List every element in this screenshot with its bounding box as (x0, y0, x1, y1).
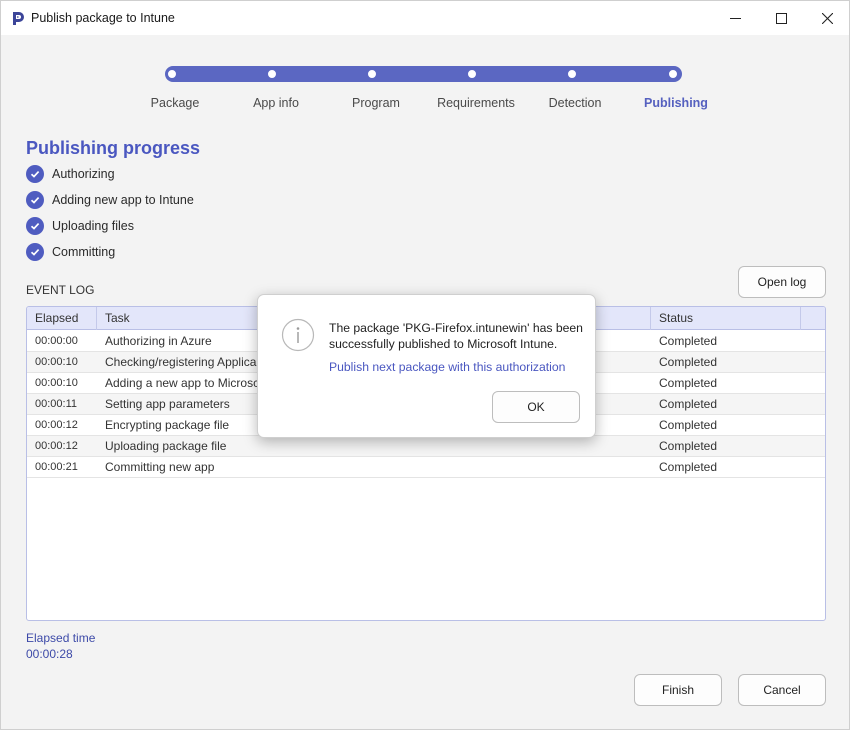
step-dot-publishing (667, 68, 679, 80)
column-header-status[interactable]: Status (651, 307, 801, 330)
cell-task: Uploading package file (105, 439, 227, 453)
progress-item-committing: Committing (26, 243, 115, 261)
cell-task: Committing new app (105, 460, 215, 474)
step-label-program[interactable]: Program (326, 96, 426, 110)
title-bar: Publish package to Intune (1, 1, 849, 35)
info-icon (281, 318, 315, 352)
cell-status: Completed (659, 418, 718, 432)
cell-status: Completed (659, 397, 718, 411)
cell-elapsed: 00:00:00 (35, 335, 78, 347)
table-row[interactable]: 00:00:21 Committing new app Completed (27, 457, 825, 478)
open-log-button[interactable]: Open log (738, 266, 826, 298)
check-icon (26, 165, 44, 183)
cell-status: Completed (659, 376, 718, 390)
cell-elapsed: 00:00:12 (35, 440, 78, 452)
event-log-label: EVENT LOG (26, 283, 95, 297)
window-title: Publish package to Intune (31, 11, 175, 25)
minimize-button[interactable] (712, 1, 758, 35)
cell-status: Completed (659, 355, 718, 369)
elapsed-time-label: Elapsed time (26, 631, 96, 645)
dialog-message: The package 'PKG-Firefox.intunewin' has … (329, 321, 583, 351)
close-button[interactable] (804, 1, 850, 35)
step-dot-app-info (266, 68, 278, 80)
minimize-icon (729, 17, 741, 19)
progress-label: Uploading files (52, 219, 134, 233)
step-dot-package (166, 68, 178, 80)
ok-button[interactable]: OK (492, 391, 580, 423)
progress-label: Authorizing (52, 167, 115, 181)
close-icon (821, 12, 833, 24)
step-label-requirements[interactable]: Requirements (426, 96, 526, 110)
check-icon (26, 243, 44, 261)
cancel-button[interactable]: Cancel (738, 674, 826, 706)
step-label-package[interactable]: Package (125, 96, 225, 110)
publishing-progress-title: Publishing progress (26, 138, 201, 158)
app-logo-icon (13, 12, 24, 25)
cell-status: Completed (659, 334, 718, 348)
progress-label: Committing (52, 245, 116, 259)
column-header-elapsed[interactable]: Elapsed (27, 307, 97, 330)
finish-button[interactable]: Finish (634, 674, 722, 706)
step-dot-requirements (466, 68, 478, 80)
publish-window: Publish package to Intune Package App in… (0, 0, 850, 730)
progress-label: Adding new app to Intune (52, 193, 194, 207)
step-dot-program (366, 68, 378, 80)
check-icon (26, 191, 44, 209)
cell-elapsed: 00:00:11 (35, 398, 78, 410)
step-label-detection[interactable]: Detection (525, 96, 625, 110)
stepper-track (165, 66, 682, 82)
cell-elapsed: 00:00:12 (35, 419, 78, 431)
step-dot-detection (566, 68, 578, 80)
publish-next-package-link[interactable]: Publish next package with this authoriza… (329, 360, 565, 374)
step-label-app-info[interactable]: App info (226, 96, 326, 110)
success-dialog: The package 'PKG-Firefox.intunewin' has … (257, 294, 596, 438)
maximize-button[interactable] (758, 1, 804, 35)
check-icon (26, 217, 44, 235)
step-label-publishing[interactable]: Publishing (626, 96, 726, 110)
cell-status: Completed (659, 460, 718, 474)
elapsed-time-value: 00:00:28 (26, 647, 73, 661)
progress-item-authorizing: Authorizing (26, 165, 115, 183)
cell-status: Completed (659, 439, 718, 453)
cell-elapsed: 00:00:10 (35, 356, 78, 368)
progress-item-uploading: Uploading files (26, 217, 134, 235)
progress-item-adding-app: Adding new app to Intune (26, 191, 194, 209)
cell-elapsed: 00:00:10 (35, 377, 78, 389)
cell-elapsed: 00:00:21 (35, 461, 78, 473)
table-row[interactable]: 00:00:12 Uploading package file Complete… (27, 436, 825, 457)
maximize-icon (775, 12, 787, 24)
